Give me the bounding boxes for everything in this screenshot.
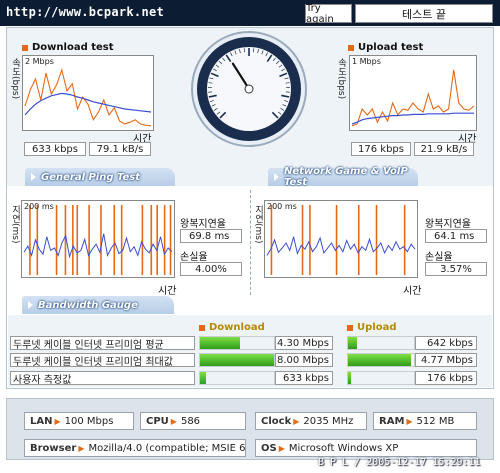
try-again-button[interactable]: Try again [305, 3, 352, 25]
upload-marker-icon [347, 324, 353, 331]
upload-series-average [351, 112, 474, 125]
upload-graph-svg [351, 69, 475, 127]
upload-bar-fill [348, 337, 357, 349]
upload-value: 176 kbps [415, 371, 477, 385]
speed-gauge-dial [191, 31, 307, 147]
ping-delay-value: 69.8 ms [180, 229, 242, 243]
speed-gauge [190, 30, 308, 148]
play-icon [31, 173, 36, 181]
bandwidth-row-label: 두루넷 케이블 인터넷 프리미엄 평균 [10, 336, 195, 350]
ping-max-label: 200 ms [24, 202, 54, 211]
download-value: 633 kbps [275, 371, 333, 385]
tab-bandwidth-gauge[interactable]: Bandwidth Gauge [22, 296, 174, 314]
ping-loss-label: 손실율 [180, 252, 208, 263]
download-axis-label: 속도(bps) [10, 58, 20, 100]
game-graph: 200 ms [264, 200, 418, 278]
info-os: OS ▶ Microsoft Windows XP [255, 439, 477, 457]
play-icon [28, 301, 33, 309]
ping-graph-svg [23, 205, 173, 275]
upload-bar [347, 336, 415, 350]
info-ram: RAM ▶ 512 MB [373, 412, 477, 430]
bandwidth-row-label: 두루넷 케이블 인터넷 프리미엄 최대값 [10, 353, 195, 367]
game-loss-value: 3.57% [425, 262, 487, 276]
bandwidth-download-header: Download [199, 322, 265, 333]
site-url[interactable]: http://www.bcpark.net [6, 5, 164, 19]
download-bar [199, 353, 275, 367]
tab-network-game-voip-test[interactable]: Network Game & VoIP Test [268, 166, 418, 188]
download-kBs-value: 79.1 kB/s [89, 142, 151, 156]
ping-loss-value: 4.00% [180, 262, 242, 276]
download-bar [199, 371, 275, 385]
footer-timestamp: B P L / 2005-12-17 15:29:11 [318, 457, 481, 468]
upload-marker-icon [348, 44, 354, 51]
download-bar-fill [200, 337, 240, 349]
download-bar-fill [200, 354, 274, 366]
download-graph-svg [24, 68, 152, 127]
upload-axis-label: 속도(bps) [336, 58, 346, 100]
upload-bar-fill [348, 354, 411, 366]
download-value: 4.30 Mbps [275, 336, 333, 350]
upload-test-title: Upload test [348, 42, 423, 53]
download-test-title: Download test [22, 42, 114, 53]
game-max-label: 200 ms [267, 202, 297, 211]
upload-value: 642 kbps [415, 336, 477, 350]
upload-bar [347, 353, 415, 367]
download-bar-fill [200, 372, 206, 384]
test-status-label: 테스트 끝 [355, 4, 493, 23]
game-loss-label: 손실율 [425, 252, 453, 263]
download-bar [199, 336, 275, 350]
upload-kbps-value: 176 kbps [351, 142, 411, 156]
info-cpu: CPU ▶ 586 [140, 412, 246, 430]
download-series-instant [24, 68, 152, 127]
info-clock: Clock ▶ 2035 MHz [255, 412, 367, 430]
panel-divider [250, 190, 251, 295]
download-max-label: 2 Mbps [25, 57, 54, 66]
latency-series [266, 236, 416, 256]
ping-x-label: 시간 [158, 286, 177, 297]
latency-series [23, 233, 173, 259]
game-delay-label: 왕복지연율 [425, 219, 471, 230]
game-graph-svg [266, 205, 416, 275]
upload-series-instant [351, 69, 475, 127]
upload-bar [347, 371, 415, 385]
download-graph: 2 Mbps [22, 55, 154, 131]
tab-general-ping-test[interactable]: General Ping Test [25, 168, 175, 186]
game-delay-value: 64.1 ms [425, 229, 487, 243]
ping-delay-label: 왕복지연율 [180, 219, 226, 230]
game-x-label: 시간 [403, 286, 422, 297]
upload-bar-fill [348, 372, 351, 384]
info-lan: LAN ▶ 100 Mbps [24, 412, 134, 430]
ping-graph: 200 ms [21, 200, 175, 278]
download-value: 8.00 Mbps [275, 353, 333, 367]
upload-graph: 1 Mbps [349, 55, 477, 131]
upload-max-label: 1 Mbps [352, 57, 381, 66]
upload-value: 4.77 Mbps [415, 353, 477, 367]
download-kbps-value: 633 kbps [24, 142, 86, 156]
bandwidth-upload-header: Upload [347, 322, 396, 333]
download-marker-icon [199, 324, 205, 331]
play-icon [274, 173, 279, 181]
info-browser: Browser ▶ Mozilla/4.0 (compatible; MSIE 6.… [24, 439, 246, 457]
download-marker-icon [22, 44, 28, 51]
bandwidth-row-label: 사용자 측정값 [10, 371, 195, 385]
upload-kBs-value: 21.9 kB/s [414, 142, 474, 156]
